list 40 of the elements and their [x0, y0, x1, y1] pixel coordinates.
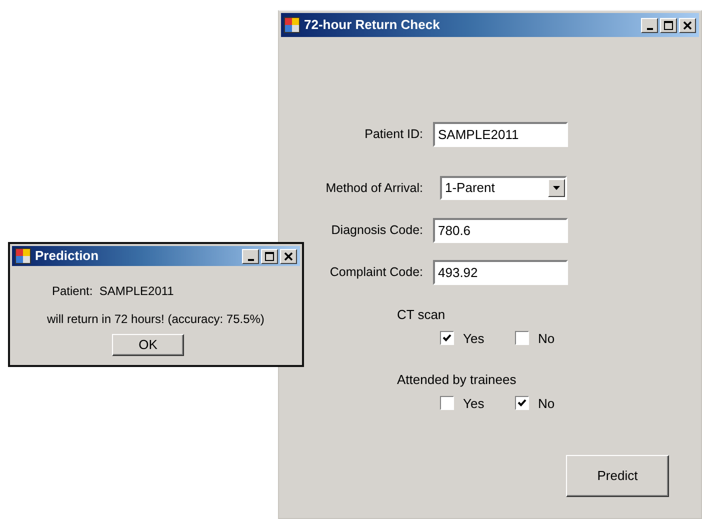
app-icon	[15, 248, 31, 264]
checkbox-label: Yes	[463, 330, 486, 348]
field-label: Diagnosis Code:	[330, 222, 424, 240]
checkbox-label: Yes	[463, 394, 486, 412]
maximize-icon	[265, 252, 274, 260]
window-title: 72-hour Return Check	[304, 16, 440, 34]
checkbox[interactable]	[440, 331, 454, 346]
field-label: Patient ID:	[364, 126, 424, 144]
close-button[interactable]	[679, 18, 696, 32]
text-field[interactable]: 493.92	[433, 260, 568, 285]
checkbox[interactable]	[440, 396, 454, 410]
checkbox-label: No	[538, 394, 556, 412]
checkbox[interactable]	[515, 331, 529, 346]
ok-button[interactable]: OK	[112, 334, 184, 356]
minimize-button[interactable]	[242, 248, 259, 264]
dropdown-button[interactable]	[548, 179, 565, 197]
checkbox[interactable]	[515, 396, 529, 410]
close-icon	[284, 252, 293, 260]
minimize-icon	[646, 28, 652, 30]
maximize-button[interactable]	[261, 248, 278, 264]
minimize-button[interactable]	[641, 18, 658, 32]
field-label: Complaint Code:	[328, 264, 424, 282]
field-label: Method of Arrival:	[324, 180, 424, 197]
close-icon	[683, 20, 692, 30]
predict-button[interactable]: Predict	[566, 455, 669, 497]
minimize-icon	[248, 258, 254, 260]
message-text: will return in 72 hours! (accuracy: 75.5%)	[46, 311, 266, 328]
close-button[interactable]	[280, 248, 297, 264]
text-field[interactable]: 780.6	[433, 218, 568, 243]
maximize-icon	[664, 20, 673, 30]
group-label: Attended by trainees	[396, 371, 518, 389]
checkbox-label: No	[538, 330, 556, 348]
text-field[interactable]: SAMPLE2011	[433, 122, 568, 147]
group-label: CT scan	[396, 306, 446, 324]
caret-icon	[552, 185, 561, 191]
message-text: Patient: SAMPLE2011	[51, 283, 175, 300]
window-title: Prediction	[35, 247, 99, 266]
maximize-button[interactable]	[660, 18, 677, 32]
app-icon	[284, 17, 300, 33]
dropdown[interactable]: 1-Parent	[440, 176, 567, 200]
